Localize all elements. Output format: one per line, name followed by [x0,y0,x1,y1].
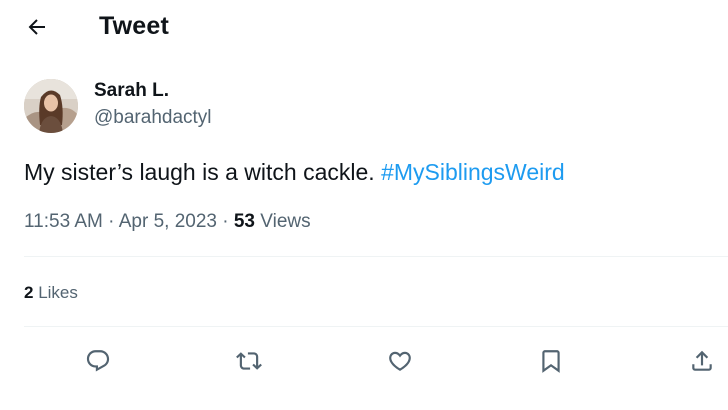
like-button[interactable] [383,344,417,378]
tweet-text: My sister’s laugh is a witch cackle. #My… [24,157,565,187]
likes-stat[interactable]: 2 Likes [24,280,78,306]
tweet-date[interactable]: Apr 5, 2023 [119,211,217,232]
user-handle[interactable]: @barahdactyl [94,105,212,131]
tweet-metadata: 11:53 AM · Apr 5, 2023 · 53 Views [24,208,311,236]
bookmark-icon [542,350,560,373]
share-icon [692,350,712,371]
retweet-button[interactable] [232,344,266,378]
header-bar: Tweet [0,0,728,54]
views-label: Views [255,211,311,232]
heart-icon [389,351,411,371]
tweet-time[interactable]: 11:53 AM [24,211,103,232]
display-name[interactable]: Sarah L. [94,79,212,103]
tweet-page: Tweet Sarah L. @barahdactyl My sister’s … [0,0,728,410]
retweet-icon [236,352,262,370]
meta-separator: · [216,211,234,232]
share-button[interactable] [685,344,719,378]
arrow-left-icon [28,19,45,35]
divider [24,326,728,327]
reply-icon [86,350,110,372]
back-button[interactable] [20,11,54,43]
page-title: Tweet [99,12,169,40]
tweet-author: Sarah L. @barahdactyl [24,78,212,134]
action-bar [0,340,728,380]
meta-separator: · [102,211,119,232]
bookmark-button[interactable] [534,344,568,378]
user-avatar[interactable] [24,79,78,133]
tweet-body: My sister’s laugh is a witch cackle. [24,159,382,185]
views-count: 53 [233,211,255,232]
author-names: Sarah L. @barahdactyl [94,79,212,131]
avatar-image [24,79,78,133]
divider [24,256,728,257]
reply-button[interactable] [81,344,115,378]
hashtag-link[interactable]: #MySiblingsWeird [381,159,565,185]
likes-label: Likes [33,283,78,302]
